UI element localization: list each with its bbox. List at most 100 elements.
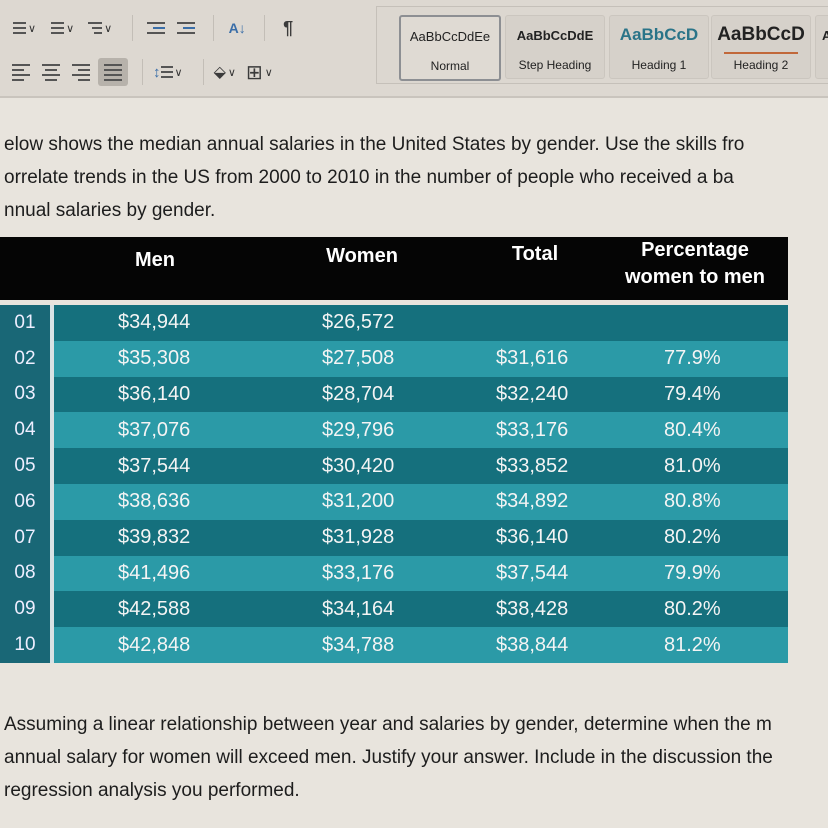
chevron-down-icon[interactable]: ∨ (104, 22, 112, 35)
row-cells: $42,588 $34,164 $38,428 80.2% (54, 591, 788, 628)
pct-cell: 80.2% (664, 597, 721, 620)
style-normal[interactable]: AaBbCcDdEe Normal (399, 15, 501, 81)
paragraph-toolbar-row-2: ↕ ∨ ⬙ ∨ ⊞ ∨ (8, 58, 283, 86)
year-cell: 09 (0, 591, 54, 628)
style-heading-1[interactable]: AaBbCcD Heading 1 (609, 15, 709, 79)
style-preview: AaBbCcDdE (516, 28, 594, 43)
multilevel-list-icon (84, 19, 103, 37)
align-center-button[interactable] (38, 58, 64, 86)
decrease-indent-icon (147, 19, 166, 37)
separator (142, 59, 143, 85)
sort-button[interactable]: A↓ (224, 14, 250, 42)
year-cell: 07 (0, 519, 54, 556)
header-percentage: Percentage women to men (610, 237, 780, 291)
pct-cell: 80.8% (664, 490, 721, 513)
question-line: regression analysis you performed. (4, 780, 300, 801)
style-step-heading[interactable]: AaBbCcDdE Step Heading (505, 15, 605, 79)
women-cell: $34,788 (322, 633, 395, 656)
intro-paragraph: elow shows the median annual salaries in… (4, 128, 744, 227)
table-row: 06 $38,636 $31,200 $34,892 80.8% (0, 483, 788, 520)
multilevel-list-button[interactable]: ∨ (84, 14, 118, 42)
style-preview: AaBbCcD (619, 25, 699, 44)
line-spacing-button[interactable]: ↕ ∨ (153, 58, 189, 86)
table-row: 08 $41,496 $33,176 $37,544 79.9% (0, 555, 788, 592)
separator (202, 59, 204, 85)
borders-button[interactable]: ⊞ ∨ (246, 58, 279, 86)
style-more[interactable]: A (815, 15, 828, 79)
numbered-list-icon (46, 19, 65, 37)
total-cell: $33,852 (496, 454, 569, 477)
table-row: 02 $35,308 $27,508 $31,616 77.9% (0, 340, 788, 377)
chevron-down-icon[interactable]: ∨ (28, 22, 36, 35)
line-spacing-lines-icon (160, 63, 173, 81)
table-row: 09 $42,588 $34,164 $38,428 80.2% (0, 591, 788, 628)
total-cell: $36,140 (496, 526, 569, 549)
total-cell: $37,544 (496, 561, 569, 584)
year-cell: 04 (0, 412, 54, 449)
show-formatting-button[interactable]: ¶ (275, 14, 301, 42)
women-cell: $31,928 (322, 526, 395, 549)
row-cells: $36,140 $28,704 $32,240 79.4% (54, 376, 788, 413)
row-cells: $34,944 $26,572 (54, 305, 788, 341)
chevron-down-icon[interactable]: ∨ (228, 66, 236, 79)
women-cell: $30,420 (322, 454, 395, 477)
bullets-button[interactable]: ∨ (8, 14, 42, 42)
align-right-button[interactable] (68, 58, 94, 86)
borders-icon: ⊞ (245, 61, 263, 84)
header-percentage-line1: Percentage (641, 239, 749, 261)
numbered-list-button[interactable]: ∨ (46, 14, 80, 42)
total-cell: $38,844 (496, 633, 569, 656)
year-cell: 01 (0, 305, 54, 341)
row-cells: $41,496 $33,176 $37,544 79.9% (54, 555, 788, 592)
bullet-list-icon (8, 19, 26, 37)
table-row: 01 $34,944 $26,572 (0, 305, 788, 341)
justify-icon (104, 61, 122, 84)
row-cells: $37,076 $29,796 $33,176 80.4% (54, 412, 788, 449)
chevron-down-icon[interactable]: ∨ (265, 66, 273, 79)
style-name: Step Heading (518, 58, 592, 72)
table-row: 10 $42,848 $34,788 $38,844 81.2% (0, 627, 788, 663)
chevron-down-icon[interactable]: ∨ (175, 66, 183, 79)
sort-az-icon: A↓ (228, 20, 246, 36)
table-row: 07 $39,832 $31,928 $36,140 80.2% (0, 519, 788, 556)
style-heading-2[interactable]: AaBbCcD Heading 2 (711, 15, 811, 79)
women-cell: $29,796 (322, 418, 395, 441)
pct-cell: 79.9% (664, 561, 721, 584)
pct-cell: 77.9% (664, 347, 721, 370)
separator (213, 15, 215, 41)
men-cell: $37,544 (118, 454, 191, 477)
men-cell: $34,944 (118, 311, 191, 334)
question-paragraph: Assuming a linear relationship between y… (4, 708, 773, 807)
align-right-icon (72, 61, 90, 84)
ribbon-toolbar: ∨ ∨ ∨ A↓ ¶ ↕ ∨ ⬙ ∨ ⊞ ∨ AaBbCcDdEe Normal… (0, 0, 828, 98)
women-cell: $31,200 (322, 490, 395, 513)
line-spacing-icon: ↕ (153, 63, 161, 81)
document-page[interactable]: elow shows the median annual salaries in… (0, 98, 828, 828)
justify-button[interactable] (98, 58, 128, 86)
row-cells: $35,308 $27,508 $31,616 77.9% (54, 340, 788, 377)
align-left-icon (12, 61, 30, 84)
increase-indent-icon (177, 19, 196, 37)
pct-cell: 80.4% (664, 418, 721, 441)
total-cell: $31,616 (496, 347, 569, 370)
intro-line: nnual salaries by gender. (4, 200, 216, 221)
table-row: 05 $37,544 $30,420 $33,852 81.0% (0, 448, 788, 484)
align-left-button[interactable] (8, 58, 34, 86)
shading-button[interactable]: ⬙ ∨ (214, 58, 242, 86)
chevron-down-icon[interactable]: ∨ (66, 22, 74, 35)
row-cells: $38,636 $31,200 $34,892 80.8% (54, 483, 788, 520)
pct-cell: 79.4% (664, 382, 721, 405)
pct-cell: 81.2% (664, 633, 721, 656)
women-cell: $27,508 (322, 347, 395, 370)
men-cell: $36,140 (118, 382, 191, 405)
year-cell: 06 (0, 483, 54, 520)
style-name: Heading 2 (733, 58, 789, 72)
total-cell: $38,428 (496, 597, 569, 620)
increase-indent-button[interactable] (173, 14, 199, 42)
intro-line: elow shows the median annual salaries in… (4, 134, 745, 155)
men-cell: $42,848 (118, 633, 191, 656)
decrease-indent-button[interactable] (143, 14, 169, 42)
total-cell: $34,892 (496, 490, 569, 513)
header-women: Women (326, 245, 398, 267)
women-cell: $33,176 (322, 561, 395, 584)
